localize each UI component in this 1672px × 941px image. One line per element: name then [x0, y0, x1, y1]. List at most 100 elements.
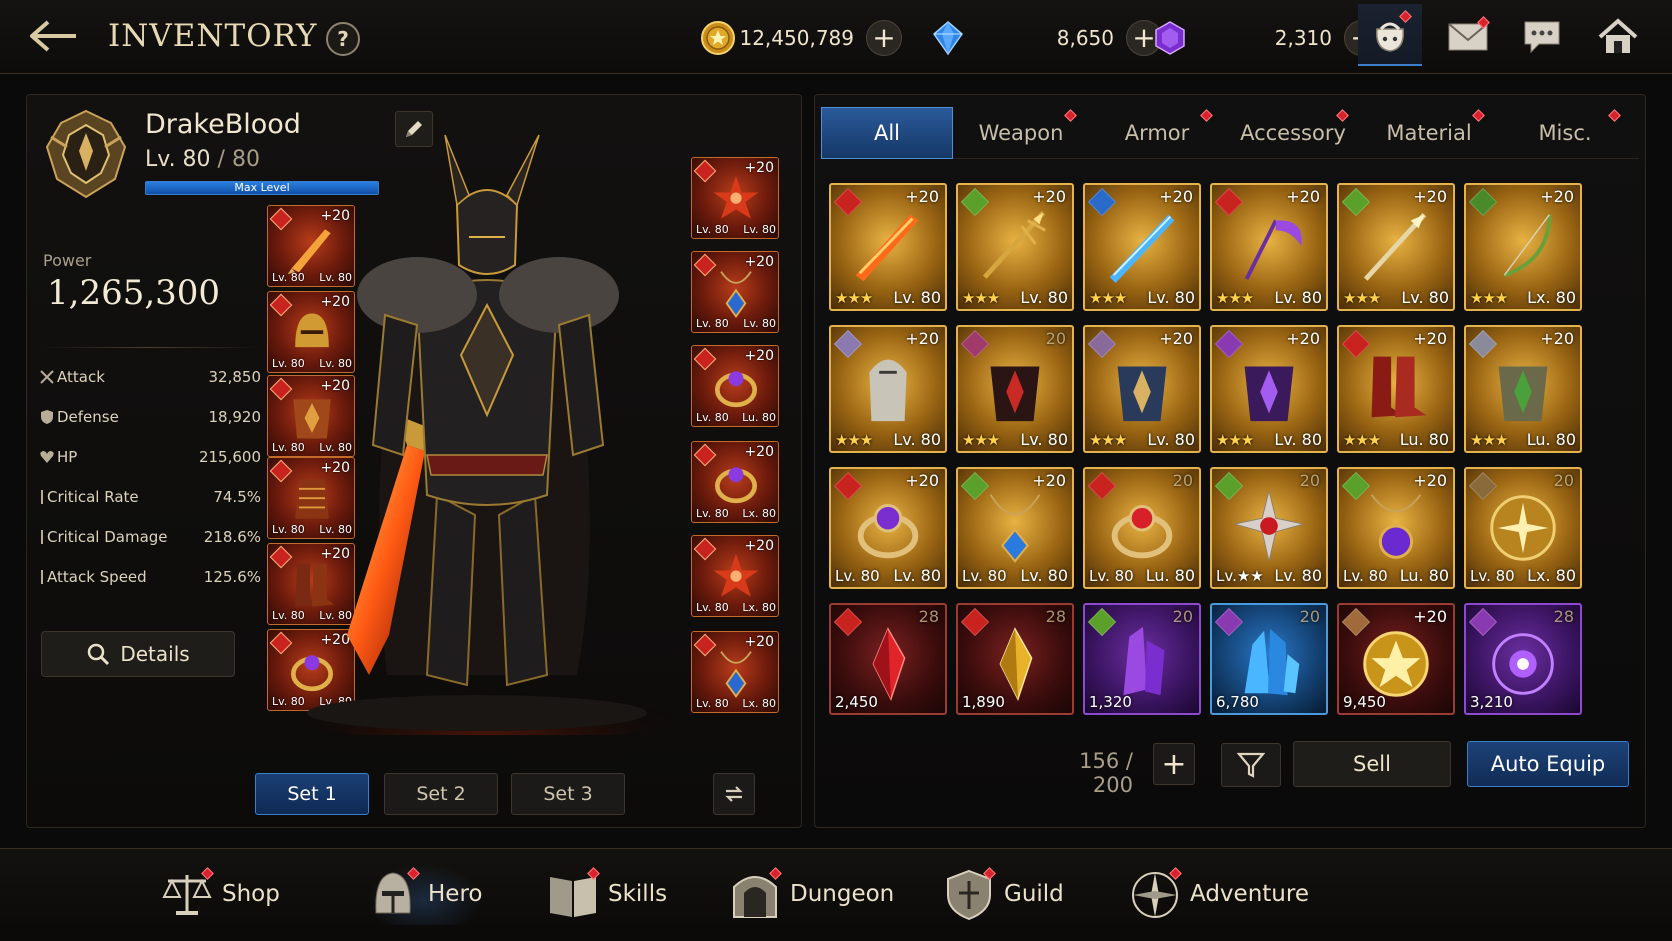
tab-misc[interactable]: Misc. — [1497, 107, 1633, 159]
currency-blue-gem: 8,650 + — [930, 18, 1162, 58]
nav-icon-wrap — [160, 867, 214, 921]
nav-skills[interactable]: Skills — [546, 863, 667, 925]
item-footer: ★★★ Lu. 80 — [1470, 430, 1576, 449]
inventory-item-card[interactable]: 20 Lv. 80 Lx. 80 — [1464, 467, 1582, 589]
back-button[interactable] — [26, 14, 82, 58]
details-button[interactable]: Details — [41, 631, 235, 677]
item-quantity: 1,890 — [962, 693, 1005, 711]
set-3-button[interactable]: Set 3 — [511, 773, 625, 815]
item-stars: ★★★ — [962, 431, 1000, 449]
enhance-level: +20 — [744, 160, 774, 176]
inventory-item-card[interactable]: 20 1,320 — [1083, 603, 1201, 715]
inventory-item-card[interactable]: 20 ★★★ Lv. 80 — [956, 325, 1074, 453]
enhance-level: 28 — [1553, 607, 1574, 626]
heart-icon — [40, 451, 54, 463]
swap-set-button[interactable] — [713, 773, 755, 815]
nav-label: Hero — [428, 881, 483, 907]
inventory-item-card[interactable]: +20 ★★★ Lv. 80 — [1210, 325, 1328, 453]
purple-gem-icon — [1155, 21, 1185, 55]
set-1-button[interactable]: Set 1 — [255, 773, 369, 815]
item-footer: Lv. 80 Lv. 80 — [835, 566, 941, 585]
item-level: Lv. 80 Lu. 80 — [696, 411, 776, 424]
item-footer: Lv. 80 Lx. 80 — [1470, 566, 1576, 585]
item-stars: ★★★ — [1470, 431, 1508, 449]
nav-adventure[interactable]: Adventure — [1128, 863, 1309, 925]
sell-button[interactable]: Sell — [1293, 741, 1451, 787]
inventory-item-card[interactable]: 28 1,890 — [956, 603, 1074, 715]
right-equip-slot[interactable]: +20 Lv. 80 Lx. 80 — [691, 441, 779, 523]
enhance-level: 20 — [1172, 607, 1193, 626]
tab-armor[interactable]: Armor — [1089, 107, 1225, 159]
top-bar: INVENTORY ? 12,450,789 + 8,650 + 2,310 + — [0, 0, 1672, 74]
right-equip-slot[interactable]: +20 Lv. 80 Lu. 80 — [691, 345, 779, 427]
nav-hero[interactable]: Hero — [366, 863, 483, 925]
expand-capacity-button[interactable]: + — [1153, 743, 1195, 785]
inventory-item-card[interactable]: +20 Lv. 80 Lv. 80 — [829, 467, 947, 589]
inventory-item-card[interactable]: +20 ★★★ Lv. 80 — [1083, 183, 1201, 311]
right-equip-slot[interactable]: +20 Lv. 80 Lv. 80 — [691, 251, 779, 333]
tab-weapon[interactable]: Weapon — [953, 107, 1089, 159]
item-level: Lu. 80 — [1399, 566, 1449, 585]
inventory-item-card[interactable]: +20 Lv. 80 Lv. 80 — [956, 467, 1074, 589]
flame-sword-icon — [855, 214, 919, 282]
set-2-button[interactable]: Set 2 — [384, 773, 498, 815]
scythe-icon — [1244, 219, 1302, 281]
inventory-item-card[interactable]: +20 ★★★ Lv. 80 — [829, 183, 947, 311]
inventory-item-card[interactable]: +20 ★★★ Lv. 80 — [956, 183, 1074, 311]
bag-button[interactable] — [1358, 4, 1422, 66]
item-level: Lv. 80 Lx. 80 — [696, 601, 776, 614]
chat-button[interactable] — [1510, 10, 1574, 64]
inventory-item-card[interactable]: +20 ★★★ Lv. 80 — [1083, 325, 1201, 453]
crit-icon — [41, 490, 43, 504]
item-level: Lv. 80 Lx. 80 — [696, 507, 776, 520]
inventory-item-card[interactable]: +20 Lv. 80 Lu. 80 — [1337, 467, 1455, 589]
back-arrow-icon — [30, 20, 76, 52]
item-footer: 1,320 — [1089, 693, 1195, 711]
item-level: Lv. 80 Lx. 80 — [696, 697, 776, 710]
nav-shop[interactable]: Shop — [160, 863, 280, 925]
currency-purple-gem: 2,310 + — [1152, 18, 1380, 58]
help-button[interactable]: ? — [326, 22, 360, 56]
inventory-item-card[interactable]: +20 ★★★ Lv. 80 — [829, 325, 947, 453]
mail-button[interactable] — [1436, 10, 1500, 64]
item-stars: Lv. 80 — [1470, 567, 1515, 585]
inventory-item-card[interactable]: +20 9,450 — [1337, 603, 1455, 715]
item-level: Lv. 80 — [1274, 566, 1322, 585]
item-quantity: 2,450 — [835, 693, 878, 711]
item-footer: ★★★ Lv. 80 — [1089, 430, 1195, 449]
bottom-navigation: Shop Hero Skills Dungeon Guild Adventure — [0, 848, 1672, 941]
red-boots-icon — [1371, 356, 1427, 418]
right-equip-slot[interactable]: +20 Lv. 80 Lv. 80 — [691, 157, 779, 239]
auto-equip-button[interactable]: Auto Equip — [1467, 741, 1629, 787]
inventory-item-card[interactable]: 20 Lv. 80 Lu. 80 — [1083, 467, 1201, 589]
page-title: INVENTORY — [108, 18, 318, 54]
inventory-item-card[interactable]: +20 ★★★ Lu. 80 — [1464, 325, 1582, 453]
nav-dungeon[interactable]: Dungeon — [728, 863, 894, 925]
inventory-item-card[interactable]: 20 6,780 — [1210, 603, 1328, 715]
inventory-item-card[interactable]: +20 ★★★ Lv. 80 — [1337, 183, 1455, 311]
enhance-level: +20 — [744, 444, 774, 460]
inventory-item-card[interactable]: 20 Lv.★★ Lv. 80 — [1210, 467, 1328, 589]
item-stars: ★★★ — [1089, 431, 1127, 449]
right-equip-slot[interactable]: +20 Lv. 80 Lx. 80 — [691, 535, 779, 617]
item-level: Lv. 80 — [1147, 430, 1195, 449]
right-equip-slot[interactable]: +20 Lv. 80 Lx. 80 — [691, 631, 779, 713]
tab-accessory[interactable]: Accessory — [1225, 107, 1361, 159]
inventory-item-card[interactable]: 28 3,210 — [1464, 603, 1582, 715]
item-quantity: 1,320 — [1089, 693, 1132, 711]
enhance-level: +20 — [1540, 187, 1574, 206]
home-button[interactable] — [1586, 10, 1650, 64]
inventory-item-card[interactable]: +20 ★★★ Lx. 80 — [1464, 183, 1582, 311]
enhance-level: +20 — [1413, 187, 1447, 206]
filter-button[interactable] — [1221, 743, 1281, 787]
tab-all[interactable]: All — [821, 107, 953, 159]
enhance-level: +20 — [744, 348, 774, 364]
add-gold-button[interactable]: + — [866, 20, 902, 56]
nav-guild[interactable]: Guild — [942, 863, 1064, 925]
lance-icon — [1363, 213, 1427, 281]
inventory-item-card[interactable]: +20 ★★★ Lv. 80 — [1210, 183, 1328, 311]
inventory-item-card[interactable]: 28 2,450 — [829, 603, 947, 715]
currency-gold: 12,450,789 + — [700, 18, 902, 58]
tab-material[interactable]: Material — [1361, 107, 1497, 159]
inventory-item-card[interactable]: +20 ★★★ Lu. 80 — [1337, 325, 1455, 453]
